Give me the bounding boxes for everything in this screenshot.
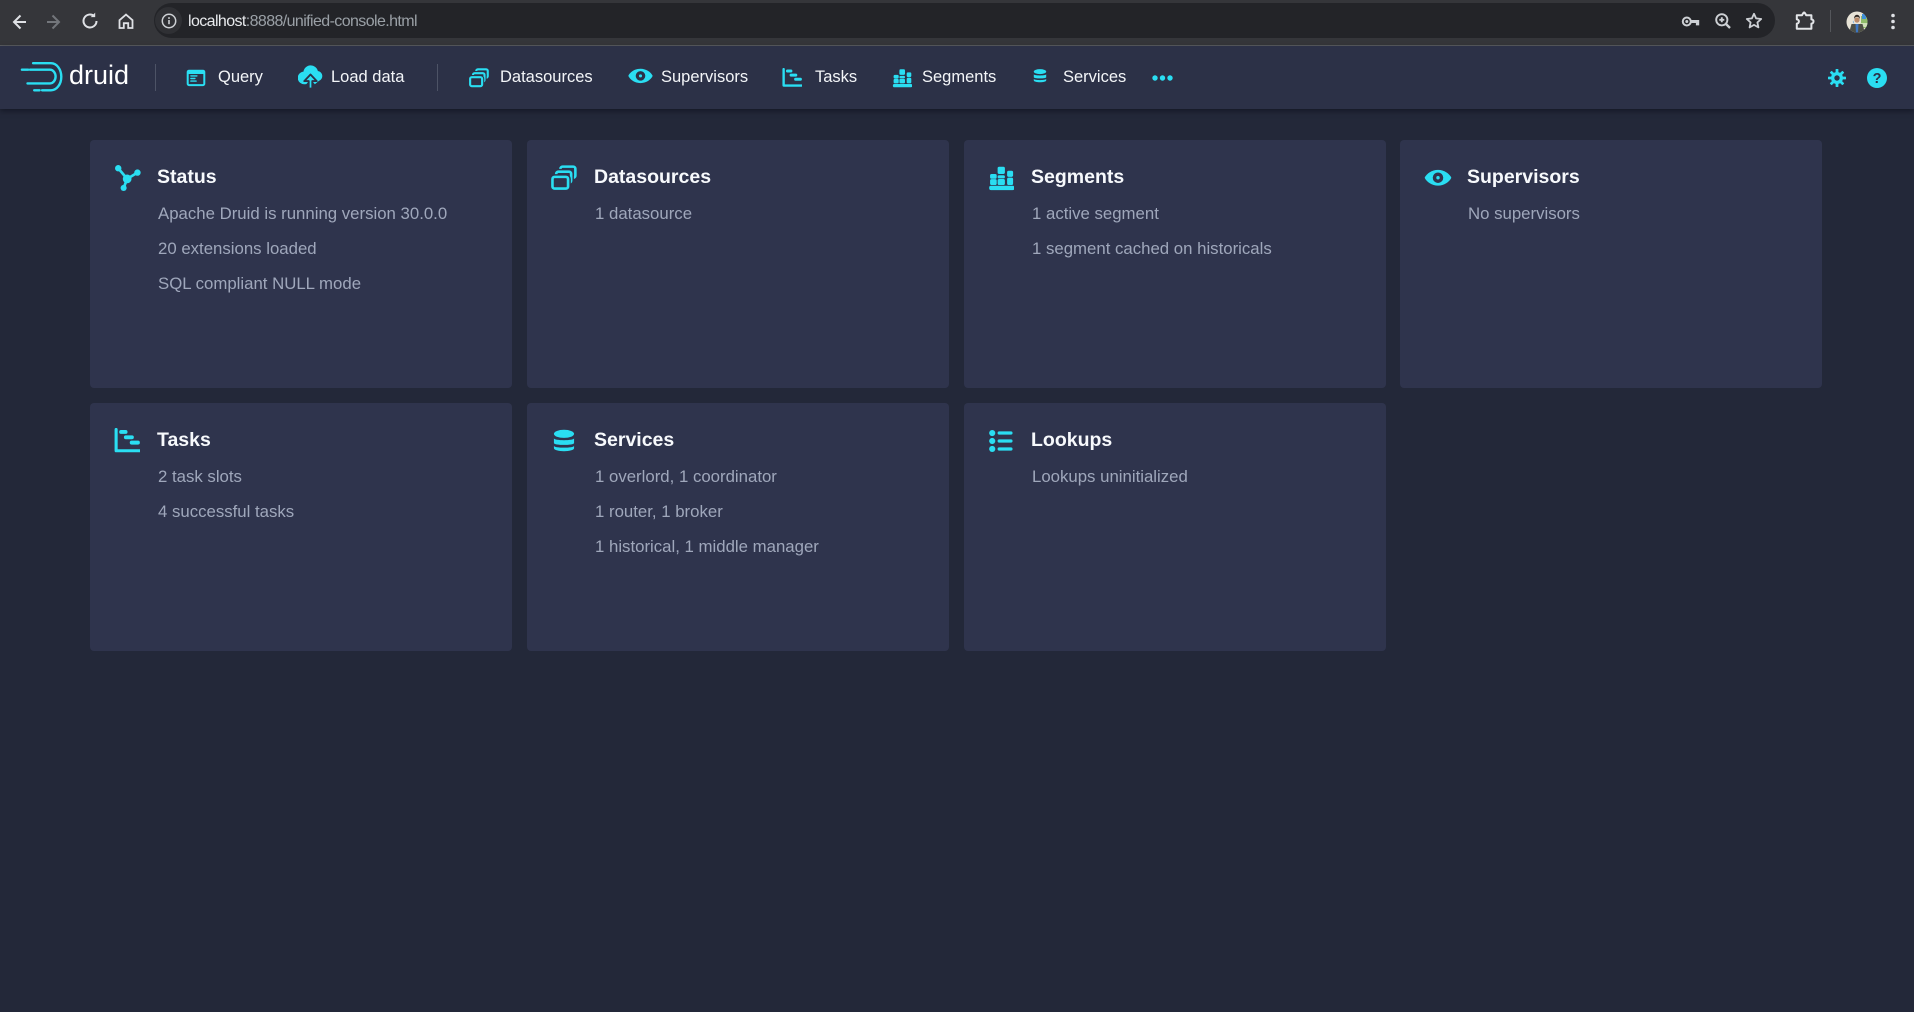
svg-text:?: ?: [1873, 71, 1882, 87]
